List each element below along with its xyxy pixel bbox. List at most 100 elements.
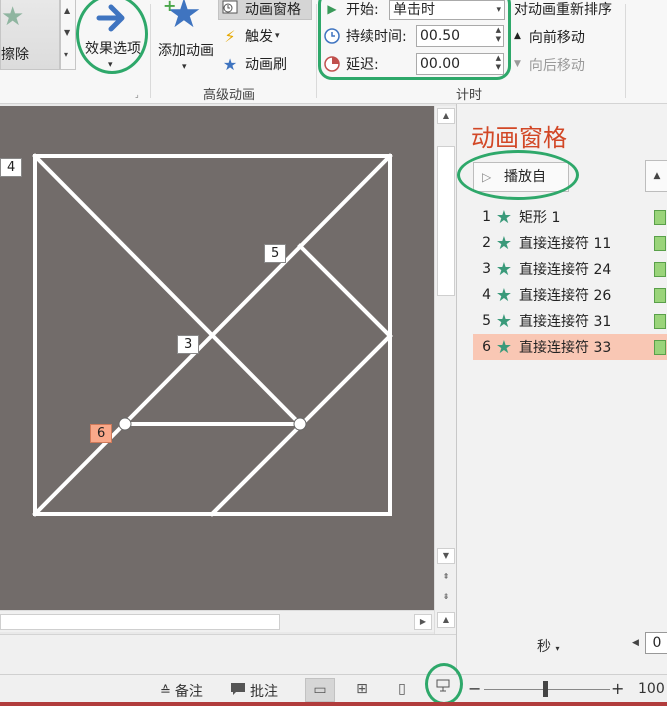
scroll-up-icon[interactable]: ▲ — [437, 108, 455, 124]
animation-pane-button[interactable]: 动画窗格 — [218, 0, 312, 20]
animation-tag-4[interactable]: 4 — [0, 158, 23, 177]
entrance-star-icon: ★ — [495, 336, 513, 358]
highlight-play-from — [457, 150, 579, 200]
move-later-label: 向后移动 — [528, 58, 585, 74]
move-later-button[interactable]: ▼ 向后移动 — [514, 55, 585, 75]
vertical-scrollbar[interactable]: ▲ ▼ ⇞ ⇟ ▲ — [434, 106, 456, 634]
item-name: 直接连接符 11 — [519, 236, 612, 252]
gallery-up-icon[interactable]: ▲ — [64, 6, 70, 15]
entrance-star-icon: ★ — [495, 284, 513, 306]
item-name: 矩形 1 — [519, 210, 561, 226]
advanced-animation-group-label: 高级动画 — [203, 88, 256, 103]
gallery-down-icon[interactable]: ▼ — [64, 28, 70, 37]
comment-icon — [230, 682, 246, 700]
entrance-star-icon: ★ — [495, 232, 513, 254]
list-item[interactable]: 2 ★ 直接连接符 11 — [473, 230, 667, 256]
wipe-star-icon: ★ — [1, 2, 25, 32]
seconds-dropdown[interactable]: 秒 ▾ — [537, 636, 559, 656]
highlight-slideshow — [425, 663, 463, 705]
animation-list: 1 ★ 矩形 1 2 ★ 直接连接符 11 3 ★ 直接连接符 24 4 ★ 直… — [473, 204, 667, 360]
item-name: 直接连接符 24 — [519, 262, 612, 278]
scroll-thumb[interactable] — [437, 146, 455, 296]
animation-painter-icon: ★ — [222, 54, 238, 74]
zoom-slider-knob[interactable] — [543, 681, 548, 697]
gallery-tile-label: 擦除 — [1, 47, 29, 63]
timeline-bar[interactable] — [654, 262, 666, 277]
animation-pane: 动画窗格 ▷ 播放自 ▲ 1 ★ 矩形 1 2 ★ 直接连接符 11 3 ★ 直… — [456, 104, 667, 674]
lightning-icon: ⚡ — [224, 26, 236, 46]
scroll-down-icon[interactable]: ▼ — [437, 548, 455, 564]
timeline-start-box[interactable]: 0 — [645, 632, 667, 654]
next-slide-icon[interactable]: ⇟ — [437, 590, 455, 606]
plus-icon: + — [163, 0, 177, 15]
group-separator — [150, 4, 151, 98]
animation-gallery-tile[interactable]: ★ 擦除 — [0, 0, 60, 70]
scroll-right-icon[interactable]: ▶ — [414, 614, 432, 630]
animation-painter-button[interactable]: ★ 动画刷 — [219, 53, 287, 75]
slide-canvas[interactable]: 4 5 3 6 — [0, 106, 434, 610]
item-number: 3 — [482, 261, 491, 277]
animation-tag-5[interactable]: 5 — [264, 244, 287, 263]
trigger-label: 触发 — [245, 29, 273, 45]
entrance-star-icon: ★ — [495, 310, 513, 332]
list-item[interactable]: 3 ★ 直接连接符 24 — [473, 256, 667, 282]
scroll-left-icon[interactable]: ◀ — [632, 638, 639, 648]
slide-sorter-icon[interactable]: ⊞ — [347, 678, 377, 702]
zoom-level[interactable]: 100 — [638, 681, 665, 697]
animation-tag-3[interactable]: 3 — [177, 335, 200, 354]
highlight-timing — [318, 0, 511, 80]
pane-title: 动画窗格 — [471, 124, 567, 152]
animation-tag-6[interactable]: 6 — [90, 424, 113, 443]
item-number: 2 — [482, 235, 491, 251]
dialog-launcher-icon[interactable]: ⌟ — [135, 90, 139, 99]
zoom-out-icon[interactable]: − — [468, 679, 481, 698]
comments-label: 批注 — [250, 684, 278, 700]
group-separator — [625, 4, 626, 98]
notes-label: 备注 — [174, 684, 203, 700]
horizontal-scroll-thumb[interactable] — [0, 614, 280, 630]
normal-view-icon[interactable]: ▭ — [305, 678, 335, 702]
timeline-bar[interactable] — [654, 314, 666, 329]
tangram-drawing — [32, 153, 393, 517]
triangle-up-icon: ▲ — [514, 31, 521, 41]
item-number: 5 — [482, 313, 491, 329]
move-earlier-label: 向前移动 — [528, 30, 585, 46]
add-animation-button[interactable]: ★ + 添加动画 ▾ — [154, 0, 218, 78]
handle-right — [293, 417, 307, 431]
zoom-in-icon[interactable]: + — [611, 679, 624, 698]
list-item[interactable]: 5 ★ 直接连接符 31 — [473, 308, 667, 334]
triangle-down-icon: ▼ — [514, 59, 521, 69]
move-up-icon[interactable]: ▲ — [645, 160, 667, 192]
trigger-button[interactable]: ⚡ 触发 ▾ — [219, 25, 279, 47]
diagonal-main — [32, 153, 303, 427]
notes-strip[interactable] — [0, 634, 456, 674]
gallery-more-icon[interactable]: ▾ — [64, 50, 68, 59]
prev-slide-icon[interactable]: ⇞ — [437, 570, 455, 586]
notes-button[interactable]: ≙ 备注 — [160, 681, 203, 701]
list-item-selected[interactable]: 6 ★ 直接连接符 33 — [473, 334, 667, 360]
animation-pane-label: 动画窗格 — [245, 2, 301, 18]
chevron-down-icon: ▾ — [182, 62, 187, 72]
item-name: 直接连接符 26 — [519, 288, 612, 304]
ribbon: ★ 擦除 ▲ ▼ ▾ 效果选项 ▾ ⌟ ★ + 添加动画 ▾ 动画窗格 ⚡ 触发… — [0, 0, 667, 104]
reading-view-icon[interactable]: ▯ — [387, 678, 417, 702]
list-item[interactable]: 1 ★ 矩形 1 — [473, 204, 667, 230]
entrance-star-icon: ★ — [495, 206, 513, 228]
timeline-bar[interactable] — [654, 210, 666, 225]
list-item[interactable]: 4 ★ 直接连接符 26 — [473, 282, 667, 308]
entrance-star-icon: ★ — [495, 258, 513, 280]
seconds-label: 秒 — [537, 639, 551, 655]
move-earlier-button[interactable]: ▲ 向前移动 — [514, 27, 585, 47]
timeline-bar[interactable] — [654, 340, 666, 355]
item-name: 直接连接符 31 — [519, 314, 612, 330]
timeline-bar[interactable] — [654, 288, 666, 303]
segment-right-upper — [297, 243, 393, 339]
pane-timeline-footer: 秒 ▾ ◀ 0 — [457, 624, 667, 674]
horizontal-scrollbar[interactable]: ▶ — [0, 610, 434, 632]
item-number: 1 — [482, 209, 491, 225]
gallery-scroll[interactable]: ▲ ▼ ▾ — [60, 0, 76, 70]
timeline-bar[interactable] — [654, 236, 666, 251]
group-separator — [316, 4, 317, 98]
comments-button[interactable]: 批注 — [230, 681, 278, 701]
scroll-up-icon[interactable]: ▲ — [437, 612, 455, 628]
